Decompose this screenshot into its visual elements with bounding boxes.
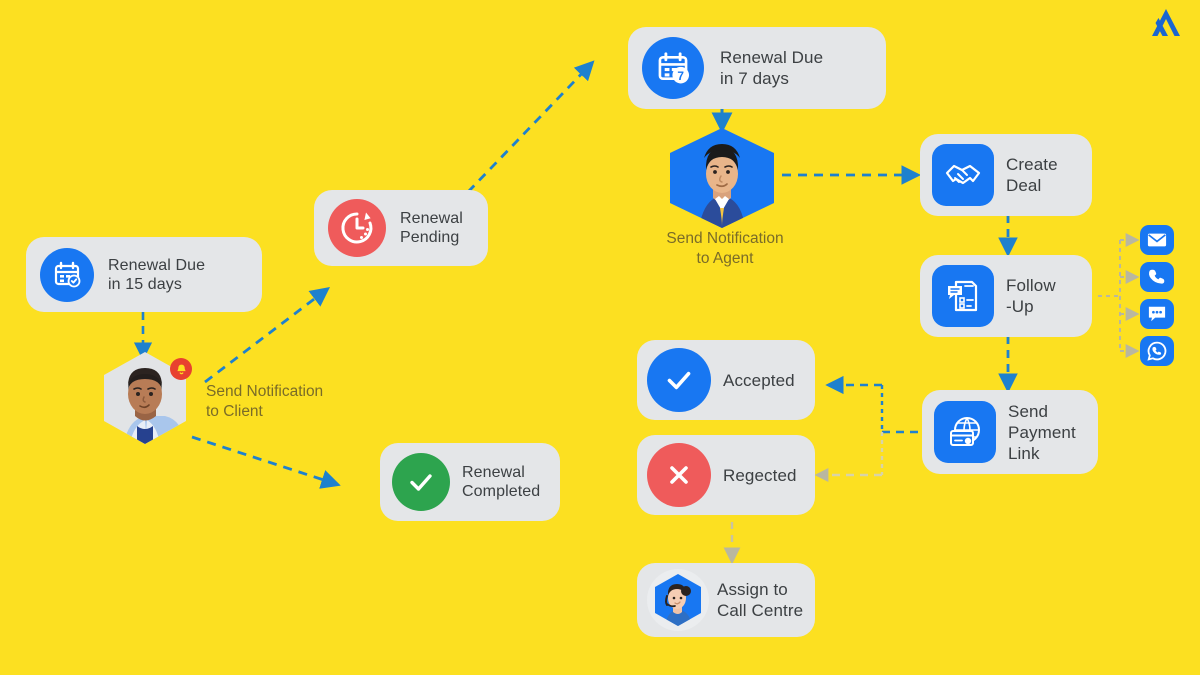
card-send-payment-link[interactable]: Send Payment Link xyxy=(922,390,1098,474)
send-notification-to-agent-label: Send Notification to Agent xyxy=(666,230,784,267)
card-rejected[interactable]: Regected xyxy=(637,435,815,515)
card-label: Assign to Call Centre xyxy=(717,580,804,620)
card-label: Renewal Completed xyxy=(462,464,541,500)
calendar-7-icon: 7 xyxy=(642,37,704,99)
document-checklist-icon xyxy=(932,265,994,327)
agent-avatar[interactable] xyxy=(670,128,774,228)
call-centre-agent-icon xyxy=(647,569,709,631)
connector-layer xyxy=(133,60,1140,565)
card-create-deal[interactable]: Create Deal xyxy=(920,134,1092,216)
card-label: Follow -Up xyxy=(1006,276,1056,316)
renewal-workflow-diagram: Renewal Due in 15 days Send Notification… xyxy=(0,0,1200,675)
edge-pending-to-due7 xyxy=(466,60,595,193)
calendar-check-icon xyxy=(40,247,94,302)
check-icon xyxy=(392,453,450,511)
card-renewal-due-7-days[interactable]: 7 Renewal Due in 7 days xyxy=(628,27,886,109)
card-label: Renewal Due in 15 days xyxy=(108,256,206,293)
card-label: Accepted xyxy=(723,370,795,390)
card-label: Create Deal xyxy=(1006,155,1058,195)
globe-card-icon xyxy=(934,401,996,463)
phone-channel-icon[interactable] xyxy=(1140,262,1174,292)
card-label: Send Payment Link xyxy=(1008,401,1076,463)
check-icon xyxy=(647,348,711,412)
card-label: Renewal Due in 7 days xyxy=(720,48,824,88)
calendar-badge-number: 7 xyxy=(677,69,684,83)
card-accepted[interactable]: Accepted xyxy=(637,340,815,420)
bell-icon xyxy=(170,358,192,380)
handshake-icon xyxy=(932,144,994,206)
brand-logo xyxy=(1152,9,1180,36)
card-renewal-due-15-days[interactable]: Renewal Due in 15 days xyxy=(26,237,262,312)
client-avatar[interactable] xyxy=(104,352,192,444)
card-assign-call-centre[interactable]: Assign to Call Centre xyxy=(637,563,815,637)
card-follow-up[interactable]: Follow -Up xyxy=(920,255,1092,337)
send-notification-to-client-label: Send Notification to Client xyxy=(206,383,324,420)
email-channel-icon[interactable] xyxy=(1140,225,1174,255)
card-renewal-completed[interactable]: Renewal Completed xyxy=(380,443,560,521)
card-renewal-pending[interactable]: Renewal Pending xyxy=(314,190,488,266)
whatsapp-channel-icon[interactable] xyxy=(1140,336,1174,366)
clock-pending-icon xyxy=(328,199,386,257)
cross-icon xyxy=(647,443,711,507)
edge-client-to-completed xyxy=(191,435,341,489)
card-label: Renewal Pending xyxy=(400,210,463,246)
card-label: Regected xyxy=(723,465,797,485)
sms-channel-icon[interactable] xyxy=(1140,299,1174,329)
